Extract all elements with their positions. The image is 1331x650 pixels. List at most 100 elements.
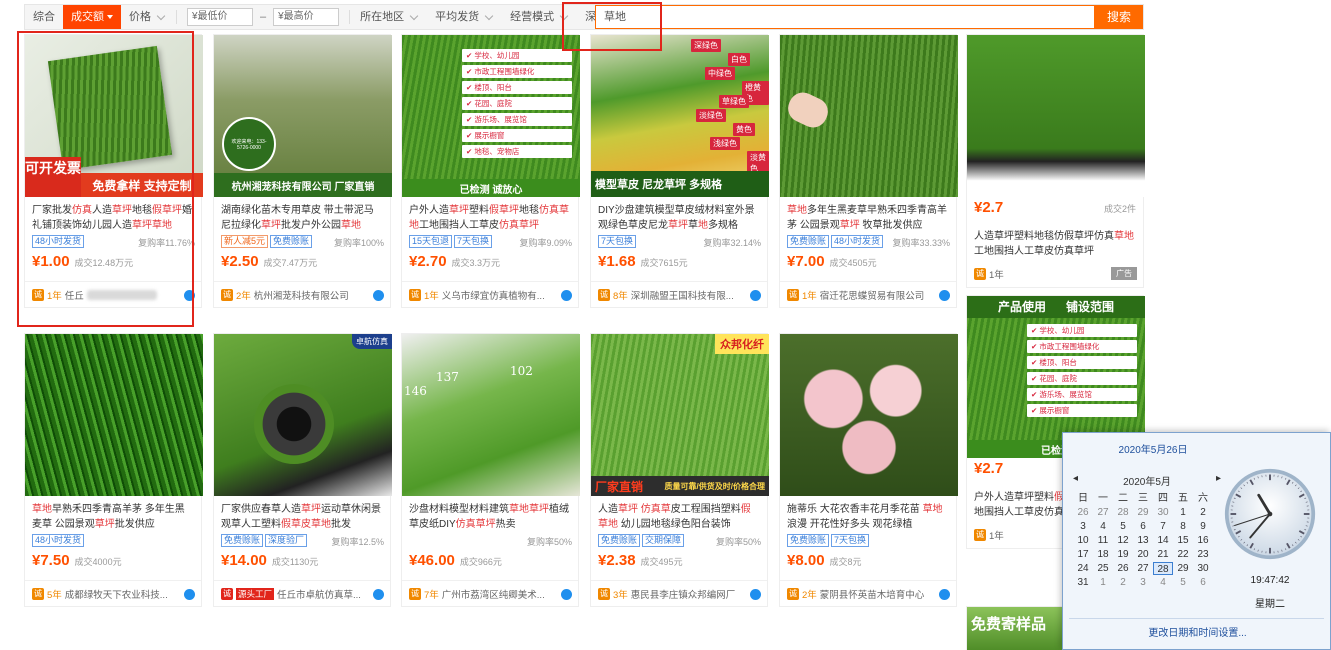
calendar-day[interactable]: 2: [1113, 576, 1133, 589]
calendar-day[interactable]: 21: [1153, 548, 1173, 561]
service-tag[interactable]: 7天包换: [598, 234, 637, 248]
calendar-day[interactable]: 28: [1153, 562, 1173, 575]
search-button[interactable]: 搜索: [1095, 5, 1143, 29]
product-card[interactable]: ✔ 学校、幼儿园 ✔ 市政工程围墙绿化 ✔ 楼顶、阳台 ✔ 花园、庭院 ✔ 游乐场、展览…: [401, 34, 580, 308]
calendar-day[interactable]: 26: [1073, 506, 1093, 519]
product-card[interactable]: ¥2.7 成交2件 人造草坪塑料地毯仿假草坪仿真草地工地围挡人工草皮仿真草坪诚 1年 广…: [966, 34, 1145, 288]
calendar-day[interactable]: 1: [1093, 576, 1113, 589]
product-card[interactable]: 可开发票 免费拿样 支持定制 厂家批发仿真人造草坪地毯假草坪婚礼铺顶装饰幼儿园人造草…: [24, 34, 203, 308]
service-tag[interactable]: 免费赊账: [787, 234, 830, 248]
product-title[interactable]: 沙盘材料模型材料建筑草地草坪植绒草皮纸DIY仿真草坪热卖: [402, 496, 578, 530]
calendar-day[interactable]: 25: [1093, 562, 1113, 575]
sort-price[interactable]: 价格: [121, 5, 174, 29]
calendar-day[interactable]: 13: [1133, 534, 1153, 547]
calendar-day[interactable]: 6: [1193, 576, 1213, 589]
product-title[interactable]: 湖南绿化苗木专用草皮 带土带泥马尼拉绿化草坪批发户外公园草地: [214, 197, 390, 231]
calendar-day[interactable]: 4: [1153, 576, 1173, 589]
calendar-day[interactable]: 26: [1113, 562, 1133, 575]
chat-icon[interactable]: [373, 290, 384, 301]
store-row[interactable]: 诚 2年 蒙阴县怀英苗木培育中心: [780, 580, 956, 606]
chat-icon[interactable]: [184, 290, 195, 301]
calendar-day[interactable]: 16: [1193, 534, 1213, 547]
product-card[interactable]: 草地早熟禾四季青高羊茅 多年生黑麦草 公园景观草坪批发供应 48小时发货 ¥7.50…: [24, 333, 203, 607]
calendar-day[interactable]: 5: [1173, 576, 1193, 589]
calendar-day[interactable]: 31: [1073, 576, 1093, 589]
calendar-day[interactable]: 29: [1133, 506, 1153, 519]
calendar-month[interactable]: 2020年5月: [1123, 473, 1171, 488]
prev-month-icon[interactable]: ◂: [1073, 473, 1078, 488]
product-title[interactable]: 草地多年生黑麦草早熟禾四季青高羊茅 公园景观草坪 牧草批发供应: [780, 197, 956, 231]
store-row[interactable]: 诚 7年 广州市荔湾区纯卿美术...: [402, 580, 578, 606]
product-image[interactable]: [780, 334, 958, 496]
filter-avg-ship[interactable]: 平均发货: [427, 5, 502, 29]
filter-biz-mode[interactable]: 经营模式: [502, 5, 577, 29]
chat-icon[interactable]: [939, 589, 950, 600]
calendar-day[interactable]: 7: [1153, 520, 1173, 533]
store-row[interactable]: 诚 1年 任丘: [25, 281, 201, 307]
calendar-day[interactable]: 29: [1173, 562, 1193, 575]
product-title[interactable]: 厂家批发仿真人造草坪地毯假草坪婚礼铺顶装饰幼儿园人造草坪草地: [25, 197, 201, 231]
calendar-day[interactable]: 17: [1073, 548, 1093, 561]
product-card[interactable]: 施蒂乐 大花农香丰花月季花苗 草地浪漫 开花性好多头 观花绿植 免费赊账 7天包换 ¥…: [779, 333, 958, 607]
service-tag[interactable]: 48小时发货: [32, 533, 85, 547]
product-title[interactable]: 厂家供应春草人造草坪运动草休闲景观草人工塑料假草皮草地批发: [214, 496, 390, 530]
calendar-day[interactable]: 10: [1073, 534, 1093, 547]
min-price-input[interactable]: ¥最低价: [187, 8, 253, 26]
calendar-day[interactable]: 3: [1133, 576, 1153, 589]
chat-icon[interactable]: [561, 589, 572, 600]
product-card[interactable]: 146 137 102 沙盘材料模型材料建筑草地草坪植绒草皮纸DIY仿真草坪热卖 复购率…: [401, 333, 580, 607]
product-image[interactable]: 146 137 102: [402, 334, 580, 496]
calendar-day[interactable]: 19: [1113, 548, 1133, 561]
product-title[interactable]: DIY沙盘建筑模型草皮绒材料室外景观绿色草皮尼龙草坪草地多规格: [591, 197, 767, 231]
calendar-day[interactable]: 5: [1113, 520, 1133, 533]
sort-sales[interactable]: 成交额: [63, 5, 121, 29]
calendar-day[interactable]: 9: [1193, 520, 1213, 533]
chat-icon[interactable]: [184, 589, 195, 600]
calendar-day[interactable]: 14: [1153, 534, 1173, 547]
calendar-day[interactable]: 27: [1093, 506, 1113, 519]
calendar-day[interactable]: 20: [1133, 548, 1153, 561]
calendar-day[interactable]: 4: [1093, 520, 1113, 533]
product-title[interactable]: 人造草坪塑料地毯仿假草坪仿真草地工地围挡人工草皮仿真草坪: [967, 223, 1143, 257]
product-card[interactable]: 卓航仿真 厂家供应春草人造草坪运动草休闲景观草人工塑料假草皮草地批发 免费赊账 深度验…: [213, 333, 392, 607]
product-image[interactable]: [780, 35, 958, 197]
calendar-day[interactable]: 30: [1193, 562, 1213, 575]
product-title[interactable]: 户外人造草坪塑料假草坪地毯仿真草地工地围挡人工草皮仿真草坪: [402, 197, 578, 231]
product-card[interactable]: 欢迎来电：133-5726-0000 杭州湘茏科技有限公司 厂家直销 湖南绿化苗木专…: [213, 34, 392, 308]
calendar-day[interactable]: 18: [1093, 548, 1113, 561]
store-name[interactable]: 任丘市卓航仿真草...: [277, 587, 361, 601]
store-row[interactable]: 诚 2年 杭州湘茏科技有限公司: [214, 281, 390, 307]
product-card[interactable]: 众邦化纤 厂家直销 质量可靠/供货及时/价格合理 人造草坪 仿真草皮工程围挡塑料假草地…: [590, 333, 769, 607]
calendar-day[interactable]: 1: [1173, 506, 1193, 519]
calendar-day[interactable]: 2: [1193, 506, 1213, 519]
calendar-day[interactable]: 28: [1113, 506, 1133, 519]
store-name[interactable]: 广州市荔湾区纯卿美术...: [442, 587, 545, 601]
change-datetime-link[interactable]: 更改日期和时间设置...: [1063, 624, 1331, 639]
product-image[interactable]: 深绿色 白色 中绿色 橙黄色 草绿色 淡绿色 黄色 浅绿色 淡黄色 模型草皮 尼龙草坪 多规格: [591, 35, 769, 197]
store-name[interactable]: 惠民县李庄镇众邦编网厂: [631, 587, 736, 601]
chat-icon[interactable]: [561, 290, 572, 301]
calendar-day[interactable]: 22: [1173, 548, 1193, 561]
store-row[interactable]: 诚 8年 深圳融盟王国科技有限...: [591, 281, 767, 307]
calendar-day[interactable]: 11: [1093, 534, 1113, 547]
store-name[interactable]: 深圳融盟王国科技有限...: [631, 288, 734, 302]
store-name[interactable]: 义乌市绿宜仿真植物有...: [442, 288, 545, 302]
service-tag[interactable]: 免费赊账: [221, 533, 264, 547]
store-name[interactable]: 杭州湘茏科技有限公司: [254, 288, 349, 302]
calendar-day[interactable]: 30: [1153, 506, 1173, 519]
search-input[interactable]: 草地: [595, 5, 1095, 29]
calendar-day[interactable]: 3: [1073, 520, 1093, 533]
calendar-day[interactable]: 27: [1133, 562, 1153, 575]
store-name[interactable]: 任丘: [65, 288, 84, 302]
product-image[interactable]: 欢迎来电：133-5726-0000 杭州湘茏科技有限公司 厂家直销: [214, 35, 392, 197]
calendar-day[interactable]: 6: [1133, 520, 1153, 533]
store-row[interactable]: 诚 5年 成都绿牧天下农业科技...: [25, 580, 201, 606]
product-title[interactable]: 施蒂乐 大花农香丰花月季花苗 草地浪漫 开花性好多头 观花绿植: [780, 496, 956, 530]
filter-region[interactable]: 所在地区: [352, 5, 427, 29]
calendar-day[interactable]: 24: [1073, 562, 1093, 575]
store-row[interactable]: 诚 3年 惠民县李庄镇众邦编网厂: [591, 580, 767, 606]
chat-icon[interactable]: [939, 290, 950, 301]
service-tag[interactable]: 免费赊账: [787, 533, 830, 547]
store-row[interactable]: 诚 1年 宿迁花思蝶贸易有限公司: [780, 281, 956, 307]
service-tag[interactable]: 48小时发货: [831, 234, 884, 248]
